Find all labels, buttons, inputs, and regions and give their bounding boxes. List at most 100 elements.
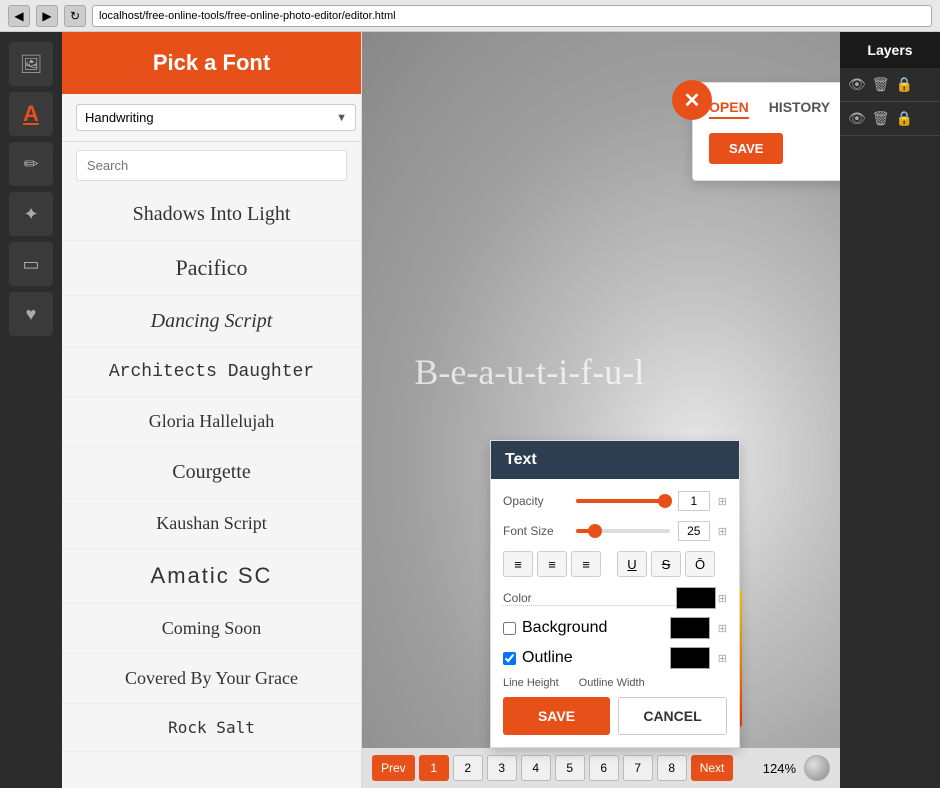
opacity-expand-icon: ⊞ [718, 495, 727, 508]
layer-delete-icon-2[interactable]: 🗑 [872, 110, 890, 127]
right-panel: Layers 👁 🗑 🔒 👁 🗑 🔒 [840, 32, 940, 788]
layer-delete-icon-1[interactable]: 🗑 [872, 76, 890, 93]
font-list-item[interactable]: Kaushan Script [62, 499, 361, 549]
align-right-button[interactable]: ≡ [571, 551, 601, 577]
photo-tool-button[interactable]: 🖼 [9, 42, 53, 86]
overline-button[interactable]: Ō [685, 551, 715, 577]
crop-icon: ▭ [22, 254, 39, 275]
back-button[interactable]: ◀ [8, 5, 30, 27]
page-3-button[interactable]: 3 [487, 755, 517, 781]
align-center-icon: ≡ [548, 557, 556, 572]
background-checkbox[interactable] [503, 622, 516, 635]
font-size-slider[interactable] [576, 529, 670, 533]
bottom-labels: Line Height Outline Width [503, 677, 727, 689]
effects-tool-button[interactable]: ✦ [9, 192, 53, 236]
font-size-row: Font Size ⊞ [503, 521, 727, 541]
outline-expand-icon: ⊞ [718, 652, 727, 665]
close-popup-button[interactable]: ✕ [672, 80, 712, 120]
align-left-button[interactable]: ≡ [503, 551, 533, 577]
open-tab[interactable]: OPEN [709, 99, 749, 119]
font-list-item[interactable]: Dancing Script [62, 296, 361, 348]
align-left-icon: ≡ [514, 557, 522, 572]
font-search-input[interactable] [76, 150, 347, 181]
font-list-item[interactable]: Architects Daughter [62, 348, 361, 397]
background-label: Background [522, 619, 607, 637]
layer-lock-icon-1[interactable]: 🔒 [896, 76, 913, 93]
font-size-expand-icon: ⊞ [718, 525, 727, 538]
font-size-label: Font Size [503, 524, 568, 538]
outline-color-swatch[interactable] [670, 647, 710, 669]
opacity-value-input[interactable] [678, 491, 710, 511]
text-save-button[interactable]: SAVE [503, 697, 610, 735]
outline-row: Outline ⊞ [503, 647, 727, 669]
strikethrough-button[interactable]: S [651, 551, 681, 577]
font-list-item[interactable]: Rock Salt [62, 704, 361, 752]
font-list-item[interactable]: Shadows Into Light [62, 189, 361, 241]
outline-width-label: Outline Width [579, 677, 645, 689]
font-filter-row: Handwriting Sans Serif Serif Monospace D… [62, 94, 361, 142]
heart-icon: ♥ [26, 304, 37, 325]
page-4-button[interactable]: 4 [521, 755, 551, 781]
text-tool-button[interactable]: A [9, 92, 53, 136]
page-6-button[interactable]: 6 [589, 755, 619, 781]
font-list-item[interactable]: Amatic SC [62, 549, 361, 604]
text-cancel-button[interactable]: CANCEL [618, 697, 727, 735]
font-category-select[interactable]: Handwriting Sans Serif Serif Monospace D… [76, 104, 356, 131]
crop-tool-button[interactable]: ▭ [9, 242, 53, 286]
font-size-value-input[interactable] [678, 521, 710, 541]
text-align-row: ≡ ≡ ≡ U S [503, 551, 727, 577]
canvas-text-overlay[interactable]: B-e-a-u-t-i-f-u-l [414, 351, 644, 393]
layer-item-1: 👁 🗑 🔒 [840, 68, 940, 102]
strikethrough-icon: S [662, 557, 671, 572]
zoom-label: 124% [763, 761, 796, 776]
color-swatch[interactable] [676, 587, 716, 609]
page-5-button[interactable]: 5 [555, 755, 585, 781]
underline-icon: U [627, 557, 636, 572]
font-list-item[interactable]: Courgette [62, 447, 361, 499]
font-list: Shadows Into LightPacificoDancing Script… [62, 189, 361, 788]
action-row: SAVE CANCEL [503, 697, 727, 735]
brush-tool-button[interactable]: ✏ [9, 142, 53, 186]
layer-visibility-icon-1[interactable]: 👁 [848, 76, 866, 93]
layer-visibility-icon-2[interactable]: 👁 [848, 110, 866, 127]
history-tab[interactable]: HISTORY [769, 99, 830, 119]
align-center-button[interactable]: ≡ [537, 551, 567, 577]
reload-button[interactable]: ↻ [64, 5, 86, 27]
background-row: Background ⊞ [503, 617, 727, 639]
font-list-item[interactable]: Coming Soon [62, 604, 361, 654]
next-page-button[interactable]: Next [691, 755, 734, 781]
layers-panel-header: Layers [840, 32, 940, 68]
outline-checkbox[interactable] [503, 652, 516, 665]
forward-button[interactable]: ▶ [36, 5, 58, 27]
favorites-button[interactable]: ♥ [9, 292, 53, 336]
text-properties-panel: Text Opacity ⊞ Font Size [490, 440, 740, 748]
page-2-button[interactable]: 2 [453, 755, 483, 781]
underline-button[interactable]: U [617, 551, 647, 577]
url-bar[interactable] [92, 5, 932, 27]
page-8-button[interactable]: 8 [657, 755, 687, 781]
layer-item-2: 👁 🗑 🔒 [840, 102, 940, 136]
text-panel-body: Opacity ⊞ Font Size ⊞ [491, 479, 739, 747]
font-list-item[interactable]: Pacifico [62, 241, 361, 296]
font-panel: Pick a Font Handwriting Sans Serif Serif… [62, 32, 362, 788]
page-1-button[interactable]: 1 [419, 755, 449, 781]
prev-page-button[interactable]: Prev [372, 755, 415, 781]
zoom-knob[interactable] [804, 755, 830, 781]
page-7-button[interactable]: 7 [623, 755, 653, 781]
pick-font-button[interactable]: Pick a Font [62, 32, 361, 94]
browser-bar: ◀ ▶ ↻ [0, 0, 940, 32]
align-right-icon: ≡ [582, 557, 590, 572]
pagination-bar: Prev 1 2 3 4 5 6 7 8 Next 124% [362, 748, 840, 788]
opacity-slider[interactable] [576, 499, 670, 503]
color-expand-icon: ⊞ [718, 592, 727, 605]
background-color-swatch[interactable] [670, 617, 710, 639]
ohl-save-button[interactable]: SAVE [709, 133, 783, 164]
color-row: Color ⊞ [503, 587, 727, 609]
font-list-item[interactable]: Gloria Hallelujah [62, 397, 361, 447]
icon-sidebar: 🖼 A ✏ ✦ ▭ ♥ [0, 32, 62, 788]
opacity-row: Opacity ⊞ [503, 491, 727, 511]
zoom-area: 124% [763, 755, 830, 781]
layer-lock-icon-2[interactable]: 🔒 [896, 110, 913, 127]
effects-icon: ✦ [23, 204, 38, 225]
font-list-item[interactable]: Covered By Your Grace [62, 654, 361, 704]
